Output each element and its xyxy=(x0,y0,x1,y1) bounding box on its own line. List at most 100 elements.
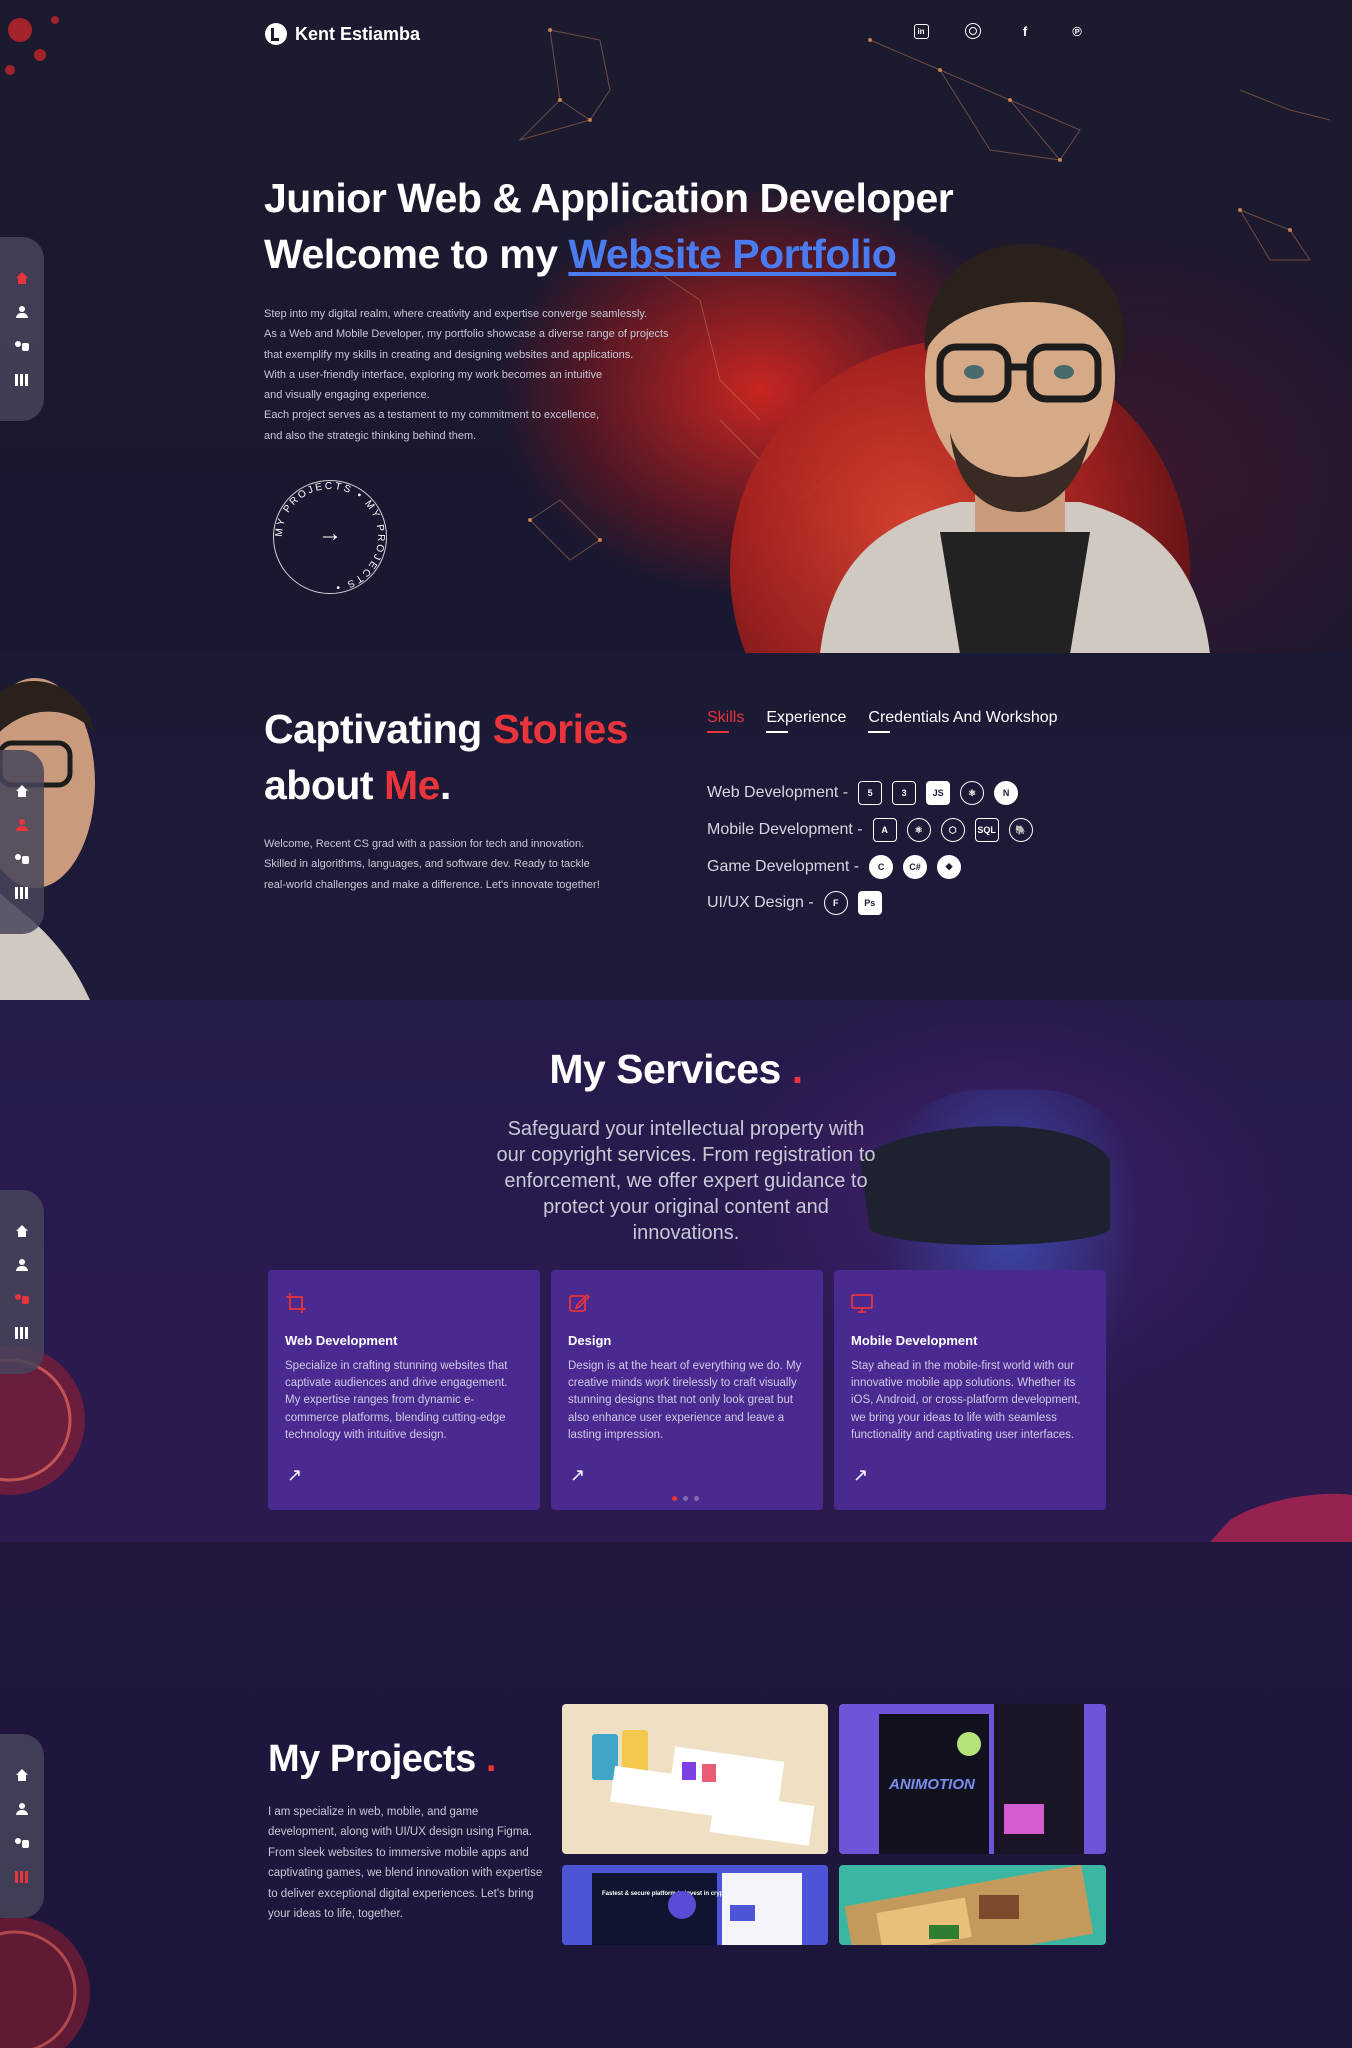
about-title-part: about xyxy=(264,762,384,808)
hero-line: With a user-friendly interface, explorin… xyxy=(264,368,603,381)
services-subtitle: Safeguard your intellectual property wit… xyxy=(496,1118,876,1244)
react-icon: ⚛ xyxy=(960,781,985,806)
service-card-title: Design xyxy=(568,1333,612,1348)
about-title-accent: Me xyxy=(383,762,440,808)
social-links: in f ℗ xyxy=(910,20,1088,42)
carousel-dot[interactable] xyxy=(683,1496,688,1501)
hero-line: Each project serves as a testament to my… xyxy=(264,409,600,422)
tab-skills[interactable]: Skills xyxy=(707,709,744,733)
about-section: Captivating Stories about Me. Welcome, R… xyxy=(0,653,1352,1000)
hero-line: Step into my digital realm, where creati… xyxy=(264,308,648,320)
projects-title-text: My Projects xyxy=(268,1738,476,1780)
skills-list: Web Development - 5 3 JS ⚛ N Mobile Deve… xyxy=(707,775,1033,922)
nextjs-icon: N xyxy=(994,781,1019,806)
service-cards: Web Development Specialize in crafting s… xyxy=(268,1270,1106,1510)
service-card-design[interactable]: Design Design is at the heart of everyth… xyxy=(551,1270,823,1510)
side-nav xyxy=(0,1734,44,1918)
skill-row-game: Game Development - C C# ◆ xyxy=(707,848,1033,885)
services-title-text: My Services xyxy=(549,1046,781,1092)
about-title: Captivating Stories about Me. xyxy=(264,701,629,813)
service-card-text: Design is at the heart of everything we … xyxy=(568,1360,802,1441)
facebook-icon[interactable]: f xyxy=(1014,20,1036,42)
skill-label: Mobile Development - xyxy=(707,821,863,839)
project-thumbnail[interactable]: ANIMOTION xyxy=(839,1704,1106,1854)
project-thumbnail[interactable] xyxy=(839,1865,1106,1945)
projects-icon[interactable] xyxy=(15,1327,29,1339)
hero-line: and also the strategic thinking behind t… xyxy=(264,429,477,442)
project-thumbnail-image: Fastest & secure platform to invest in c… xyxy=(592,1873,802,1945)
projects-title-dot: . xyxy=(485,1738,497,1780)
photoshop-icon: Ps xyxy=(857,891,882,916)
hero-line: As a Web and Mobile Developer, my portfo… xyxy=(264,328,669,341)
projects-icon[interactable] xyxy=(15,1871,29,1883)
project-thumbnail[interactable] xyxy=(562,1704,828,1854)
postgresql-icon: 🐘 xyxy=(1008,818,1033,843)
my-projects-badge-button[interactable]: MY PROJECTS • MY PROJECTS • → xyxy=(265,472,395,602)
home-icon[interactable] xyxy=(15,272,29,284)
side-nav xyxy=(0,1190,44,1374)
instagram-icon[interactable] xyxy=(962,20,984,42)
services-icon[interactable] xyxy=(15,340,29,352)
about-line: real-world challenges and make a differe… xyxy=(264,878,600,891)
project-thumbnail-image: ANIMOTION xyxy=(879,1704,1084,1854)
about-portrait-edge-decoration xyxy=(0,678,95,1000)
csharp-icon: C# xyxy=(903,854,928,879)
hero-line: and visually engaging experience. xyxy=(264,389,430,402)
home-icon[interactable] xyxy=(15,785,29,797)
projects-icon[interactable] xyxy=(15,887,29,899)
project-thumbnail-image xyxy=(592,1730,815,1846)
about-title-accent: Stories xyxy=(492,706,629,752)
projects-icon[interactable] xyxy=(15,374,29,386)
service-card-web[interactable]: Web Development Specialize in crafting s… xyxy=(268,1270,540,1510)
javascript-icon: JS xyxy=(926,781,951,806)
project-thumbnail[interactable]: Fastest & secure platform to invest in c… xyxy=(562,1865,828,1945)
carousel-dot[interactable] xyxy=(694,1496,699,1501)
services-title-dot: . xyxy=(791,1046,803,1092)
service-card-text: Stay ahead in the mobile-first world wit… xyxy=(851,1360,1081,1441)
developer-portrait-image xyxy=(820,243,1210,653)
tab-credentials[interactable]: Credentials And Workshop xyxy=(868,709,1058,733)
user-icon[interactable] xyxy=(15,1803,29,1815)
services-icon[interactable] xyxy=(15,1837,29,1849)
skill-label: UI/UX Design - xyxy=(707,894,814,912)
arrow-up-right-icon[interactable]: ↗ xyxy=(287,1465,302,1486)
website-portfolio-link[interactable]: Website Portfolio xyxy=(568,231,896,277)
unity-icon: ◆ xyxy=(937,854,962,879)
css3-icon: 3 xyxy=(892,781,917,806)
svg-text:ANIMOTION: ANIMOTION xyxy=(888,1776,976,1793)
project-thumbnail-image xyxy=(844,1865,1094,1945)
about-title-part: . xyxy=(439,762,451,808)
service-card-text: Specialize in crafting stunning websites… xyxy=(285,1360,508,1441)
skill-row-mobile: Mobile Development - A ⚛ ⬡ SQL 🐘 xyxy=(707,812,1033,849)
user-icon[interactable] xyxy=(15,1259,29,1271)
linkedin-icon[interactable]: in xyxy=(910,20,932,42)
about-line: Welcome, Recent CS grad with a passion f… xyxy=(264,838,585,850)
services-title: My Services . xyxy=(0,1046,1352,1093)
brand-name: Kent Estiamba xyxy=(295,23,421,44)
user-icon[interactable] xyxy=(15,819,29,831)
react-native-icon: ⚛ xyxy=(906,818,931,843)
arrow-up-right-icon[interactable]: ↗ xyxy=(570,1465,585,1486)
services-icon[interactable] xyxy=(15,1293,29,1305)
skill-row-uiux: UI/UX Design - F Ps xyxy=(707,885,1033,922)
home-icon[interactable] xyxy=(15,1769,29,1781)
projects-title: My Projects . xyxy=(268,1738,496,1781)
user-icon[interactable] xyxy=(15,306,29,318)
services-icon[interactable] xyxy=(15,853,29,865)
hero-section: Kent Estiamba in f ℗ Junior Web & Applic… xyxy=(0,0,1352,653)
service-card-title: Mobile Development xyxy=(851,1333,978,1348)
about-title-part: Captivating xyxy=(264,706,493,752)
carousel-dot[interactable] xyxy=(672,1496,677,1501)
brand[interactable]: Kent Estiamba xyxy=(265,23,420,45)
cpp-icon: C xyxy=(869,854,894,879)
home-icon[interactable] xyxy=(15,1225,29,1237)
arrow-right-icon: → xyxy=(318,520,342,547)
pinterest-icon[interactable]: ℗ xyxy=(1066,20,1088,42)
arrow-up-right-icon[interactable]: ↗ xyxy=(853,1465,868,1486)
figma-icon: F xyxy=(823,891,848,916)
nodejs-icon: ⬡ xyxy=(940,818,965,843)
service-card-mobile[interactable]: Mobile Development Stay ahead in the mob… xyxy=(834,1270,1106,1510)
hero-line: that exemplify my skills in creating and… xyxy=(264,348,634,361)
monitor-icon xyxy=(851,1294,873,1313)
tab-experience[interactable]: Experience xyxy=(766,709,846,733)
